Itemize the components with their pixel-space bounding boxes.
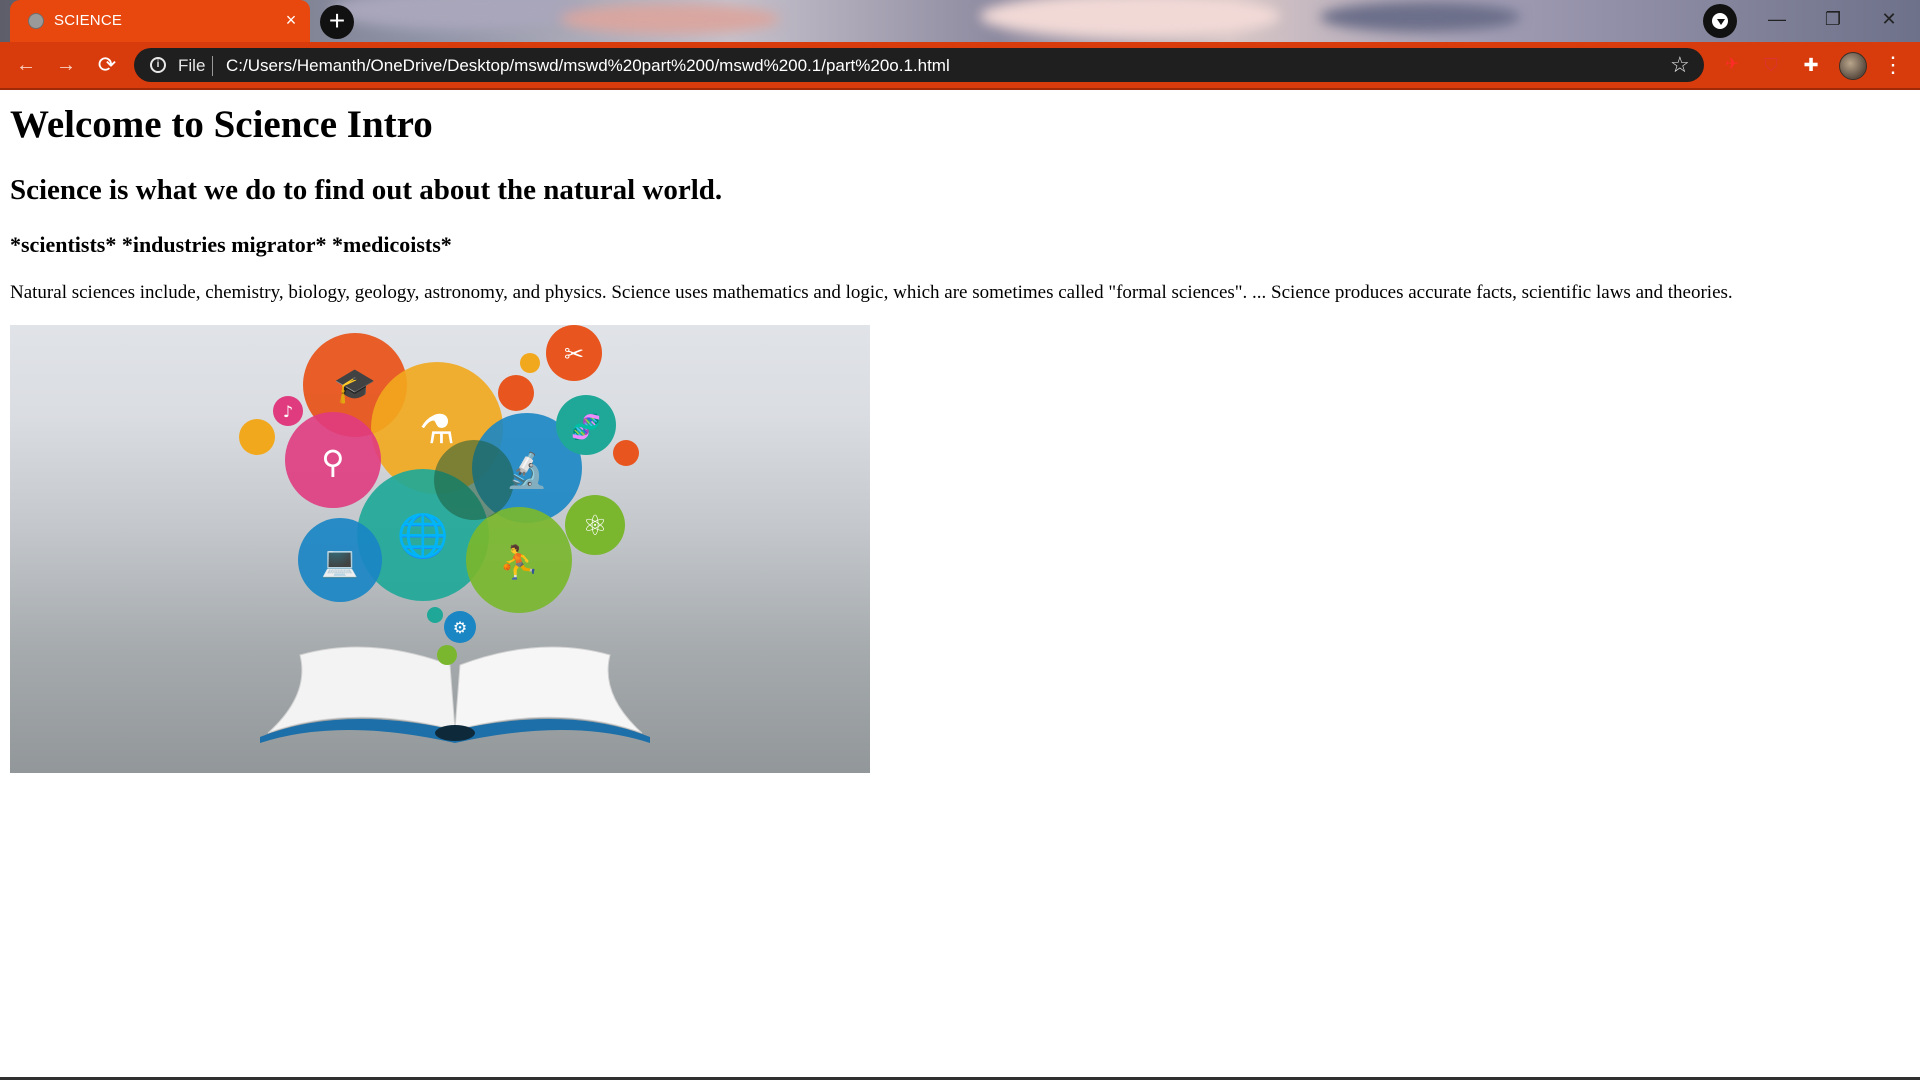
browser-toolbar: ← → ⟳ i File C:/Users/Hemanth/OneDrive/D… xyxy=(0,42,1920,90)
divider xyxy=(212,56,213,76)
svg-text:⚛: ⚛ xyxy=(582,509,607,542)
svg-text:💻: 💻 xyxy=(321,545,358,580)
globe-icon xyxy=(28,13,44,29)
svg-text:🔬: 🔬 xyxy=(506,450,548,491)
address-bar[interactable]: i File C:/Users/Hemanth/OneDrive/Desktop… xyxy=(134,48,1704,82)
science-illustration: 🎓 ⚗ ⚲ 🔬 🌐 ⛹ 💻 🧬 ⚛ ✂ ⚙ ♪ xyxy=(10,325,870,773)
restore-button[interactable]: ❐ xyxy=(1805,0,1861,38)
forward-button[interactable]: → xyxy=(50,49,82,81)
svg-text:🧬: 🧬 xyxy=(571,412,601,441)
svg-text:⚙: ⚙ xyxy=(453,618,467,637)
browser-titlebar: SCIENCE × + — ❐ ✕ xyxy=(0,0,1920,42)
intro-paragraph: Natural sciences include, chemistry, bio… xyxy=(10,282,1733,303)
sky-cloud xyxy=(330,0,590,30)
close-window-button[interactable]: ✕ xyxy=(1861,0,1917,38)
sky-cloud xyxy=(560,4,780,34)
minimize-button[interactable]: — xyxy=(1749,0,1805,38)
puzzle-extensions-icon[interactable]: ✚ xyxy=(1797,51,1825,79)
new-tab-button[interactable]: + xyxy=(320,5,354,39)
reload-button[interactable]: ⟳ xyxy=(91,49,123,81)
profile-avatar[interactable] xyxy=(1839,52,1867,80)
science-illustration-svg: 🎓 ⚗ ⚲ 🔬 🌐 ⛹ 💻 🧬 ⚛ ✂ ⚙ ♪ xyxy=(239,325,650,743)
url-scheme-label: File xyxy=(178,56,206,75)
star-icon[interactable]: ☆ xyxy=(1670,52,1690,78)
sky-cloud xyxy=(980,0,1280,38)
shield-extension-icon[interactable]: ⛉ xyxy=(1757,51,1785,79)
svg-text:⛹: ⛹ xyxy=(499,543,539,581)
svg-text:♪: ♪ xyxy=(283,402,293,421)
kebab-menu-icon[interactable]: ⋮ xyxy=(1882,50,1904,80)
svg-text:🎓: 🎓 xyxy=(334,366,376,406)
page-subtitle: Science is what we do to find out about … xyxy=(10,174,723,206)
page-viewport: Welcome to Science Intro Science is what… xyxy=(0,90,1920,1078)
url-text[interactable]: C:/Users/Hemanth/OneDrive/Desktop/mswd/m… xyxy=(226,56,950,76)
browser-tab[interactable]: SCIENCE × xyxy=(10,0,310,42)
svg-text:⚲: ⚲ xyxy=(321,443,344,481)
extension-pin-icon[interactable]: ✈ xyxy=(1718,51,1746,79)
svg-text:🌐: 🌐 xyxy=(397,511,449,560)
svg-text:✂: ✂ xyxy=(564,340,584,368)
tab-title: SCIENCE xyxy=(54,12,123,29)
close-tab-icon[interactable]: × xyxy=(280,9,302,31)
back-button[interactable]: ← xyxy=(10,49,42,81)
open-book-icon xyxy=(260,646,650,743)
sky-cloud xyxy=(1320,2,1520,32)
svg-text:⚗: ⚗ xyxy=(419,407,455,453)
info-icon[interactable]: i xyxy=(150,57,166,73)
media-control-icon[interactable] xyxy=(1703,4,1737,38)
tags-heading: *scientists* *industries migrator* *medi… xyxy=(10,232,452,257)
page-title: Welcome to Science Intro xyxy=(10,103,433,146)
